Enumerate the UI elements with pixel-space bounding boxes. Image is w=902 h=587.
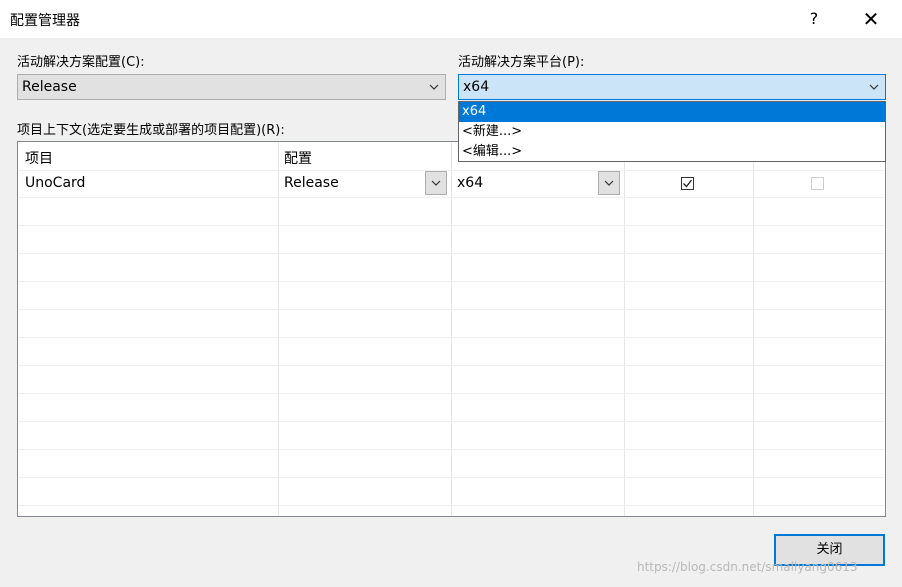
window-close-button[interactable]: ✕ [848,0,894,38]
column-divider [753,142,754,516]
deploy-checkbox[interactable] [811,177,824,190]
column-divider [624,142,625,516]
watermark-text: https://blog.csdn.net/smallyang0613 [637,560,858,574]
platform-option-x64[interactable]: x64 [459,102,885,122]
row-configuration-value: Release [284,175,339,191]
row-configuration-dropdown-button[interactable] [425,171,447,195]
chevron-down-icon [869,84,879,90]
column-divider [278,142,279,516]
window-title: 配置管理器 [10,13,80,29]
solution-config-value: Release [22,79,77,95]
solution-platform-label: 活动解决方案平台(P): [458,55,585,70]
solution-platform-combo[interactable]: x64 [458,74,886,100]
chevron-down-icon [429,84,439,90]
solution-platform-value: x64 [463,79,490,95]
chevron-down-icon [431,180,441,186]
chevron-down-icon [604,180,614,186]
column-header-configuration: 配置 [284,151,312,167]
checkmark-icon [683,179,693,188]
platform-dropdown-list: x64 <新建...> <编辑...> [458,101,886,162]
row-platform-dropdown-button[interactable] [598,171,620,195]
project-context-label: 项目上下文(选定要生成或部署的项目配置)(R): [17,123,285,138]
column-header-project: 项目 [25,151,53,167]
platform-option-new[interactable]: <新建...> [459,122,885,142]
title-bar: 配置管理器 ? ✕ [0,0,902,38]
column-divider [451,142,452,516]
platform-option-edit[interactable]: <编辑...> [459,142,885,162]
project-context-grid: 项目 配置 UnoCard Release x64 [17,141,886,517]
row-project-name: UnoCard [25,175,86,191]
solution-config-label: 活动解决方案配置(C): [17,55,145,70]
help-button[interactable]: ? [791,0,837,38]
configuration-manager-dialog: 配置管理器 ? ✕ 活动解决方案配置(C): Release 活动解决方案平台(… [0,0,902,587]
solution-config-combo[interactable]: Release [17,74,446,100]
row-platform-value: x64 [457,175,484,191]
build-checkbox[interactable] [681,177,694,190]
